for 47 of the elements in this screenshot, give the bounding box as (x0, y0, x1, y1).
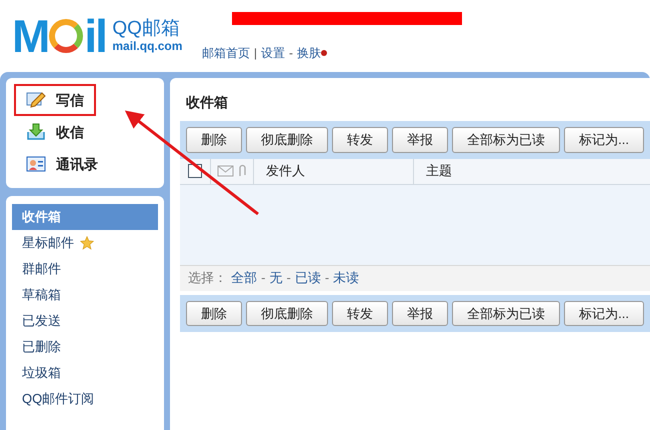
toolbar-button[interactable]: 转发 (332, 300, 388, 326)
quick-action-link[interactable]: 通讯录 (14, 148, 110, 180)
logo-wordmark: il (84, 16, 106, 56)
select-link[interactable]: 无 (270, 268, 282, 288)
select-link[interactable]: 已读 (294, 268, 321, 288)
toolbar-button[interactable]: 全部标为已读 (452, 300, 560, 326)
toolbar-button[interactable]: 删除 (186, 127, 242, 152)
column-header: 发件人 (266, 162, 306, 180)
folder-title: 收件箱 (185, 93, 230, 112)
select-separator: - (261, 269, 266, 288)
quick-action-link[interactable]: 写信 (14, 84, 96, 116)
logo-name: QQ邮箱 (112, 19, 181, 39)
logo-ring-icon (49, 19, 84, 53)
folder-item[interactable]: 星标邮件 (12, 230, 158, 256)
select-link[interactable]: 未读 (333, 268, 360, 288)
folder-item[interactable]: 群邮件 (12, 256, 158, 282)
nav-separator: - (289, 45, 294, 62)
folder-item[interactable]: 已发送 (12, 308, 158, 334)
nav-separator: | (254, 45, 258, 62)
toolbar-button[interactable]: 删除 (186, 300, 242, 326)
select-link[interactable]: 全部 (231, 268, 258, 288)
nav-link[interactable]: 换肤 (297, 44, 322, 62)
nav-link[interactable]: 设置 (261, 44, 286, 62)
quick-action-link[interactable]: 收信 (14, 116, 96, 148)
logo-wordmark: M (12, 16, 48, 56)
folder-item[interactable]: 垃圾箱 (12, 360, 158, 386)
folder-item[interactable]: QQ邮件订阅 (12, 386, 158, 412)
toolbar-button[interactable]: 彻底删除 (246, 127, 328, 152)
toolbar-button[interactable]: 彻底删除 (246, 300, 328, 326)
contact-card-icon (26, 154, 46, 174)
pencil-icon (26, 90, 46, 110)
toolbar-button[interactable]: 标记为... (564, 127, 644, 152)
toolbar-button[interactable]: 标记为... (564, 300, 644, 326)
select-separator: - (286, 269, 291, 288)
download-tray-icon (26, 122, 46, 142)
select-separator: - (324, 269, 330, 288)
toolbar-button[interactable]: 全部标为已读 (452, 127, 560, 152)
toolbar-button[interactable]: 举报 (392, 300, 448, 326)
select-label: 选择： (188, 269, 228, 288)
toolbar-button[interactable]: 举报 (392, 127, 448, 152)
column-header: 主题 (426, 162, 452, 180)
nav-link[interactable]: 邮箱首页 (202, 44, 250, 62)
toolbar-button[interactable]: 转发 (332, 127, 388, 152)
folder-item[interactable]: 草稿箱 (12, 282, 158, 308)
logo-domain: mail.qq.com (112, 39, 182, 53)
folder-item[interactable]: 已删除 (12, 334, 158, 360)
envelope-attachment-icon (217, 164, 248, 178)
